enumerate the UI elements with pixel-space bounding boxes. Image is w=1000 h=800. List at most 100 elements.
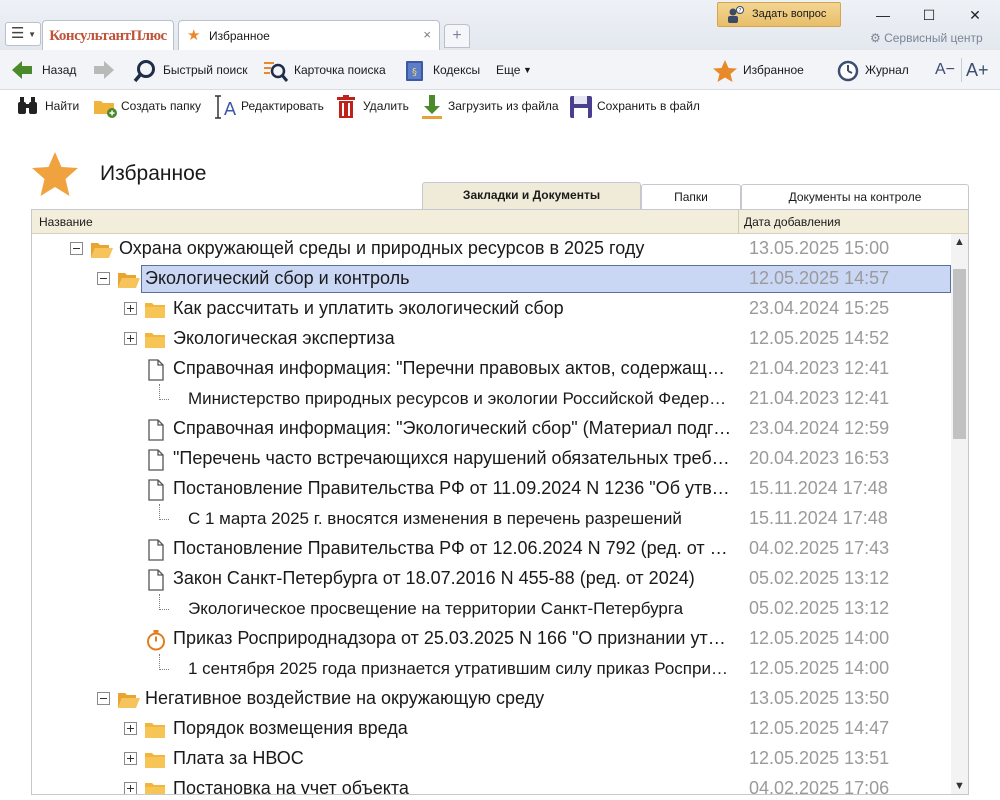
tab-bookmarks-documents[interactable]: Закладки и Документы: [422, 182, 641, 210]
scroll-down-icon[interactable]: ▼: [951, 778, 968, 794]
bookmark-row[interactable]: 1 сентября 2025 года признается утративш…: [32, 654, 950, 684]
main-menu-button[interactable]: ☰ ▼: [5, 22, 41, 46]
maximize-button[interactable]: ☐: [909, 4, 949, 26]
bookmark-row[interactable]: С 1 марта 2025 г. вносятся изменения в п…: [32, 504, 950, 534]
edit-button[interactable]: A Редактировать: [214, 93, 326, 120]
row-title: С 1 марта 2025 г. вносятся изменения в п…: [188, 509, 682, 528]
row-title: Закон Санкт-Петербурга от 18.07.2016 N 4…: [173, 568, 695, 588]
column-header-name[interactable]: Название: [39, 215, 93, 229]
tab-close-icon[interactable]: ×: [423, 27, 431, 42]
folder-icon: [145, 723, 165, 738]
expand-toggle-icon[interactable]: [124, 722, 137, 735]
row-date: 12.05.2025 14:57: [749, 268, 890, 288]
tab-favorites[interactable]: ★ Избранное ×: [178, 20, 440, 51]
title-bar: ☰ ▼ КонсультантПлюс ★ Избранное × + ? Зад…: [0, 0, 1000, 51]
document-icon: [148, 539, 164, 561]
home-tab-logo[interactable]: КонсультантПлюс: [42, 20, 174, 50]
minimize-button[interactable]: —: [863, 4, 903, 26]
document-row[interactable]: Приказ Росприроднадзора от 25.03.2025 N …: [32, 624, 950, 654]
row-title: Порядок возмещения вреда: [173, 718, 408, 738]
row-date: 04.02.2025 17:06: [749, 778, 890, 795]
favorites-tree-grid: Название Дата добавления Охрана окружающ…: [31, 209, 969, 795]
scroll-up-icon[interactable]: ▲: [951, 234, 968, 250]
quick-search-button[interactable]: Быстрый поиск: [133, 57, 248, 83]
font-increase-button[interactable]: A+: [966, 57, 994, 83]
expand-toggle-icon[interactable]: [124, 302, 137, 315]
collapse-toggle-icon[interactable]: [97, 272, 110, 285]
delete-button[interactable]: Удалить: [334, 93, 414, 119]
folder-row[interactable]: Постановка на учет объекта 04.02.2025 17:…: [32, 774, 950, 795]
hamburger-icon: ☰: [11, 25, 25, 42]
more-menu-button[interactable]: Еще ▼: [496, 57, 536, 83]
save-to-file-button[interactable]: Сохранить в файл: [569, 93, 700, 119]
column-header-date[interactable]: Дата добавления: [744, 215, 840, 229]
row-date: 12.05.2025 14:52: [749, 328, 890, 348]
journal-button[interactable]: Журнал: [836, 57, 916, 83]
search-card-button[interactable]: Карточка поиска: [263, 57, 388, 83]
row-date: 13.05.2025 15:00: [749, 238, 890, 258]
folder-row[interactable]: Плата за НВОС 12.05.2025 13:51: [32, 744, 950, 774]
tree-connector: [159, 504, 169, 520]
minimize-icon: —: [876, 7, 890, 23]
expand-toggle-icon[interactable]: [124, 332, 137, 345]
close-window-button[interactable]: ✕: [955, 4, 995, 26]
codes-button[interactable]: § Кодексы: [404, 57, 484, 83]
create-folder-button[interactable]: Создать папку: [92, 93, 204, 119]
magnifier-icon: [133, 60, 155, 83]
folder-row[interactable]: Экологический сбор и контроль 12.05.2025 …: [32, 264, 951, 294]
row-date: 12.05.2025 14:00: [749, 658, 890, 678]
favorites-button[interactable]: Избранное: [712, 57, 812, 83]
forward-button[interactable]: [90, 57, 120, 83]
row-date: 13.05.2025 13:50: [749, 688, 890, 708]
row-title: Постановка на учет объекта: [173, 778, 409, 795]
toolbar-divider: [961, 58, 962, 82]
document-icon: [148, 419, 164, 441]
bookmark-row[interactable]: Министерство природных ресурсов и эколог…: [32, 384, 950, 414]
column-separator[interactable]: [738, 210, 739, 234]
new-folder-icon: [94, 101, 117, 118]
row-title: Экологическое просвещение на территории …: [188, 599, 684, 618]
text-edit-icon: A: [215, 95, 237, 120]
document-row[interactable]: "Перечень часто встречающихся нарушений …: [32, 444, 950, 474]
back-arrow-icon: [12, 61, 32, 79]
document-row[interactable]: Справочная информация: "Перечни правовых…: [32, 354, 950, 384]
new-tab-button[interactable]: +: [444, 24, 470, 48]
collapse-toggle-icon[interactable]: [70, 242, 83, 255]
document-row[interactable]: Справочная информация: "Экологический сб…: [32, 414, 950, 444]
expand-toggle-icon[interactable]: [124, 782, 137, 794]
folder-row[interactable]: Как рассчитать и уплатить экологический …: [32, 294, 950, 324]
folder-row[interactable]: Охрана окружающей среды и природных ресу…: [32, 234, 950, 264]
tab-folders[interactable]: Папки: [641, 184, 741, 209]
scroll-thumb[interactable]: [953, 269, 966, 439]
find-button[interactable]: Найти: [16, 93, 84, 119]
vertical-scrollbar[interactable]: ▲ ▼: [951, 234, 968, 794]
row-title: Министерство природных ресурсов и эколог…: [188, 389, 732, 408]
tab-controlled-documents[interactable]: Документы на контроле: [741, 184, 969, 209]
quick-search-label: Быстрый поиск: [163, 63, 248, 77]
row-date: 05.02.2025 13:12: [749, 598, 890, 618]
row-date: 23.04.2024 12:59: [749, 418, 890, 438]
bookmark-row[interactable]: Экологическое просвещение на территории …: [32, 594, 950, 624]
folder-row[interactable]: Экологическая экспертиза 12.05.2025 14:52: [32, 324, 950, 354]
tree-rows: Охрана окружающей среды и природных ресу…: [32, 234, 951, 795]
journal-label: Журнал: [865, 63, 909, 77]
forward-arrow-icon: [94, 61, 114, 79]
service-center-link[interactable]: ⚙ Сервисный центр: [870, 31, 983, 45]
document-row[interactable]: Постановление Правительства РФ от 11.09.…: [32, 474, 950, 504]
row-title: Как рассчитать и уплатить экологический …: [173, 298, 564, 318]
folder-row[interactable]: Порядок возмещения вреда 12.05.2025 14:47: [32, 714, 950, 744]
collapse-toggle-icon[interactable]: [97, 692, 110, 705]
folder-row[interactable]: Негативное воздействие на окружающую сре…: [32, 684, 950, 714]
row-date: 20.04.2023 16:53: [749, 448, 890, 468]
back-label: Назад: [42, 63, 77, 77]
expand-toggle-icon[interactable]: [124, 752, 137, 765]
font-decrease-button[interactable]: A−: [935, 57, 957, 83]
load-from-file-button[interactable]: Загрузить из файла: [420, 93, 560, 119]
document-row[interactable]: Закон Санкт-Петербурга от 18.07.2016 N 4…: [32, 564, 950, 594]
save-to-file-label: Сохранить в файл: [597, 99, 700, 113]
document-row[interactable]: Постановление Правительства РФ от 12.06.…: [32, 534, 950, 564]
close-icon: ✕: [969, 7, 981, 23]
ask-question-button[interactable]: ? Задать вопрос: [717, 2, 841, 27]
back-button[interactable]: Назад: [10, 57, 80, 83]
codex-book-icon: §: [406, 61, 423, 81]
